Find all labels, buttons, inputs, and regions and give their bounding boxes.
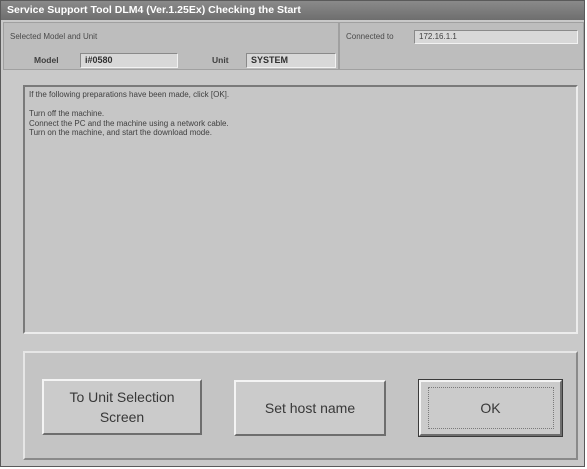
- unit-value-field: SYSTEM: [246, 53, 336, 68]
- model-unit-row: Model i#0580 Unit SYSTEM: [10, 53, 336, 69]
- connection-panel: Connected to 172.16.1.1: [339, 22, 584, 70]
- connected-to-label: Connected to: [346, 32, 394, 41]
- to-unit-selection-button[interactable]: To Unit Selection Screen: [42, 379, 202, 435]
- ok-button[interactable]: OK: [418, 379, 563, 437]
- ok-button-focus-ring: OK: [427, 387, 554, 429]
- main-window: Service Support Tool DLM4 (Ver.1.25Ex) C…: [0, 0, 585, 467]
- model-label: Model: [34, 55, 59, 65]
- set-host-name-button[interactable]: Set host name: [234, 380, 386, 436]
- message-line: Turn off the machine.: [29, 109, 105, 118]
- message-line: Connect the PC and the machine using a n…: [29, 118, 229, 128]
- message-line: Turn on the machine, and start the downl…: [29, 128, 212, 137]
- ok-button-label: OK: [480, 400, 501, 416]
- selected-model-panel: Selected Model and Unit Model i#0580 Uni…: [3, 22, 339, 70]
- button-panel: To Unit Selection Screen Set host name O…: [23, 351, 578, 460]
- connected-address-field: 172.16.1.1: [414, 30, 578, 44]
- message-line: If the following preparations have been …: [29, 90, 230, 99]
- instruction-message-box: If the following preparations have been …: [23, 85, 578, 334]
- unit-label: Unit: [212, 55, 229, 65]
- window-titlebar: Service Support Tool DLM4 (Ver.1.25Ex) C…: [1, 1, 584, 20]
- selected-model-label: Selected Model and Unit: [10, 32, 98, 41]
- model-value-field: i#0580: [80, 53, 178, 68]
- window-title: Service Support Tool DLM4 (Ver.1.25Ex) C…: [7, 4, 301, 16]
